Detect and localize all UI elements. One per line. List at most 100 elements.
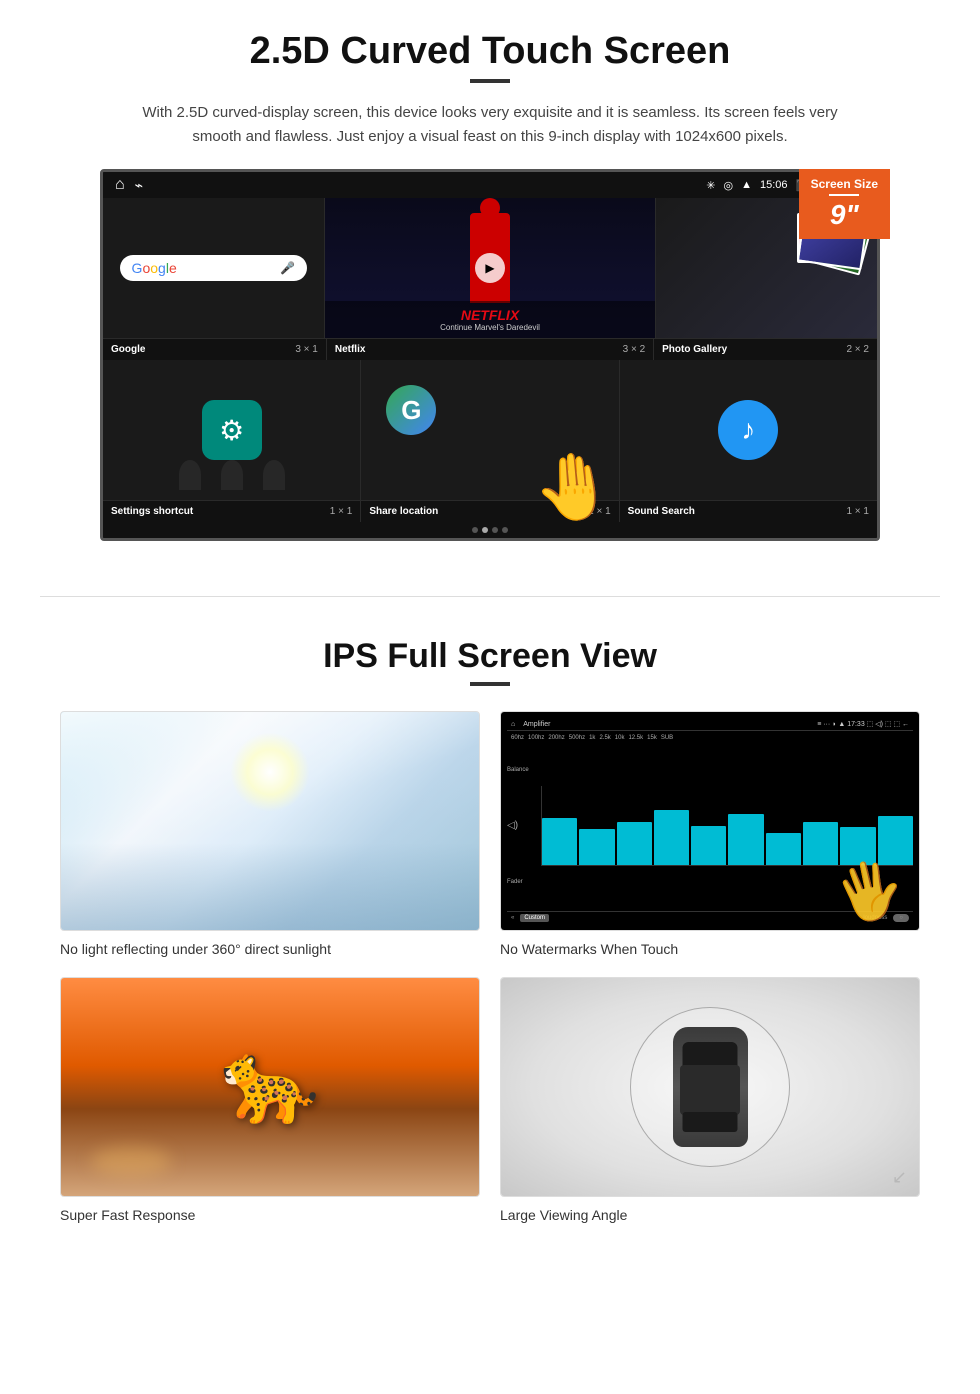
app-label-row-top: Google 3 × 1 Netflix 3 × 2 Photo Gallery… <box>103 338 877 360</box>
status-bar: ⌂ ⌁ ✳ ◎ ▲ 15:06 ⬛ ◁) ✕ ▭ <box>103 172 877 198</box>
bluetooth-icon: ✳ <box>706 179 715 192</box>
amp-header: ⌂ Amplifier ≡ ··· ◗ ▲ 17:33 ⬚ ◁) ⬚ ⬚ ← <box>507 718 913 731</box>
pagination <box>103 522 877 538</box>
music-icon-bg: ♪ <box>718 400 778 460</box>
feature-car: ↙ Large Viewing Angle <box>500 977 920 1223</box>
page-dot-2[interactable] <box>482 527 488 533</box>
feature-sunlight: No light reflecting under 360° direct su… <box>60 711 480 957</box>
amp-bar-7 <box>766 786 801 865</box>
settings-label: Settings shortcut 1 × 1 <box>103 501 361 522</box>
share-thumbnail: G 🤚 <box>361 360 618 500</box>
settings-shadows <box>103 460 360 490</box>
section-divider <box>40 596 940 597</box>
netflix-app-name: Netflix <box>335 344 366 355</box>
music-icon-container: ♪ <box>718 400 778 460</box>
maps-icon: G <box>386 385 436 435</box>
maps-icon-container: G <box>386 385 436 435</box>
app-grid-top: Google 🎤 <box>103 198 877 338</box>
share-location-cell[interactable]: G 🤚 <box>361 360 619 500</box>
badge-label: Screen Size <box>811 177 878 191</box>
netflix-thumbnail: ▶ NETFLIX Continue Marvel's Daredevil <box>325 198 656 338</box>
wifi-icon: ▲ <box>741 179 752 191</box>
horizon <box>61 843 479 930</box>
gallery-label: Photo Gallery 2 × 2 <box>654 339 877 360</box>
amp-bar-1 <box>542 786 577 865</box>
google-logo: Google <box>132 260 177 276</box>
settings-app-cell[interactable]: ⚙ <box>103 360 361 500</box>
car-visual: ↙ <box>501 978 919 1196</box>
car-caption: Large Viewing Angle <box>500 1207 920 1223</box>
netflix-overlay: NETFLIX Continue Marvel's Daredevil <box>325 301 656 338</box>
amp-bar-5 <box>691 786 726 865</box>
amp-bar-4 <box>654 786 689 865</box>
section2: IPS Full Screen View No light reflecting… <box>0 627 980 1253</box>
music-note-icon: ♪ <box>741 414 755 446</box>
amp-custom-btn[interactable]: Custom <box>520 914 549 922</box>
sound-thumbnail: ♪ <box>620 360 877 500</box>
amp-bar-6 <box>728 786 763 865</box>
car-rear <box>683 1112 738 1132</box>
section1: 2.5D Curved Touch Screen With 2.5D curve… <box>0 0 980 566</box>
page-dot-4[interactable] <box>502 527 508 533</box>
google-searchbar[interactable]: Google 🎤 <box>120 255 307 281</box>
page-dot-1[interactable] <box>472 527 478 533</box>
screen-size-badge: Screen Size 9" <box>799 169 890 239</box>
car-shape <box>673 1027 748 1147</box>
feature-cheetah: 🐆 Super Fast Response <box>60 977 480 1223</box>
mic-icon[interactable]: 🎤 <box>280 261 295 275</box>
device-wrapper: Screen Size 9" ⌂ ⌁ ✳ ◎ ▲ 15:06 ⬛ ◁) <box>100 169 880 541</box>
app-label-row-bottom: Settings shortcut 1 × 1 Share location 1… <box>103 500 877 522</box>
amp-title: Amplifier <box>523 721 550 728</box>
home-icon[interactable]: ⌂ <box>115 176 125 194</box>
sun-glow <box>230 732 310 812</box>
play-button[interactable]: ▶ <box>475 253 505 283</box>
device-screen: ⌂ ⌁ ✳ ◎ ▲ 15:06 ⬛ ◁) ✕ ▭ <box>100 169 880 541</box>
amp-back-icon: « <box>511 915 514 921</box>
page: 2.5D Curved Touch Screen With 2.5D curve… <box>0 0 980 1253</box>
sound-app-size: 1 × 1 <box>846 506 869 517</box>
car-body <box>673 1027 748 1147</box>
netflix-app-cell[interactable]: ▶ NETFLIX Continue Marvel's Daredevil <box>325 198 657 338</box>
hand-icon: 🤚 <box>530 446 617 529</box>
badge-line <box>829 194 859 196</box>
netflix-subtitle: Continue Marvel's Daredevil <box>331 323 650 332</box>
sunlight-image <box>60 711 480 931</box>
location-icon: ◎ <box>724 179 734 192</box>
sound-label: Sound Search 1 × 1 <box>620 501 877 522</box>
sound-app-name: Sound Search <box>628 506 695 517</box>
google-app-cell[interactable]: Google 🎤 <box>103 198 325 338</box>
settings-app-size: 1 × 1 <box>330 506 353 517</box>
gallery-app-size: 2 × 2 <box>846 344 869 355</box>
car-circle <box>630 1007 790 1167</box>
badge-size: 9" <box>811 199 878 231</box>
cheetah-caption: Super Fast Response <box>60 1207 480 1223</box>
amp-side-labels: Balance ◁) Fader <box>507 743 537 909</box>
settings-app-name: Settings shortcut <box>111 506 193 517</box>
amp-bar-2 <box>579 786 614 865</box>
amplifier-image: ⌂ Amplifier ≡ ··· ◗ ▲ 17:33 ⬚ ◁) ⬚ ⬚ ← 6… <box>500 711 920 931</box>
netflix-logo: NETFLIX <box>331 307 650 323</box>
settings-icon-container: ⚙ <box>202 400 262 460</box>
amp-home-icon: ⌂ <box>511 721 515 728</box>
settings-thumbnail: ⚙ <box>103 360 360 500</box>
amplifier-screen: ⌂ Amplifier ≡ ··· ◗ ▲ 17:33 ⬚ ◁) ⬚ ⬚ ← 6… <box>501 712 919 930</box>
car-circle-container <box>630 1007 790 1167</box>
amp-bar-8 <box>803 786 838 865</box>
amp-bar-3 <box>617 786 652 865</box>
gear-icon: ⚙ <box>219 414 244 447</box>
amp-icons: ≡ ··· ◗ ▲ 17:33 ⬚ ◁) ⬚ ⬚ ← <box>817 720 909 728</box>
amp-slider-bars <box>541 786 913 866</box>
feature-amplifier: ⌂ Amplifier ≡ ··· ◗ ▲ 17:33 ⬚ ◁) ⬚ ⬚ ← 6… <box>500 711 920 957</box>
dd-head <box>480 198 500 218</box>
sound-search-cell[interactable]: ♪ <box>620 360 877 500</box>
sunlight-caption: No light reflecting under 360° direct su… <box>60 941 480 957</box>
amp-sliders: 🖐 <box>541 743 913 909</box>
car-image: ↙ <box>500 977 920 1197</box>
google-label: Google 3 × 1 <box>103 339 327 360</box>
amplifier-caption: No Watermarks When Touch <box>500 941 920 957</box>
feature-grid: No light reflecting under 360° direct su… <box>60 711 920 1223</box>
cheetah-image: 🐆 <box>60 977 480 1197</box>
page-dot-3[interactable] <box>492 527 498 533</box>
sunlight-visual <box>61 712 479 930</box>
cheetah-silhouette: 🐆 <box>220 1035 320 1129</box>
